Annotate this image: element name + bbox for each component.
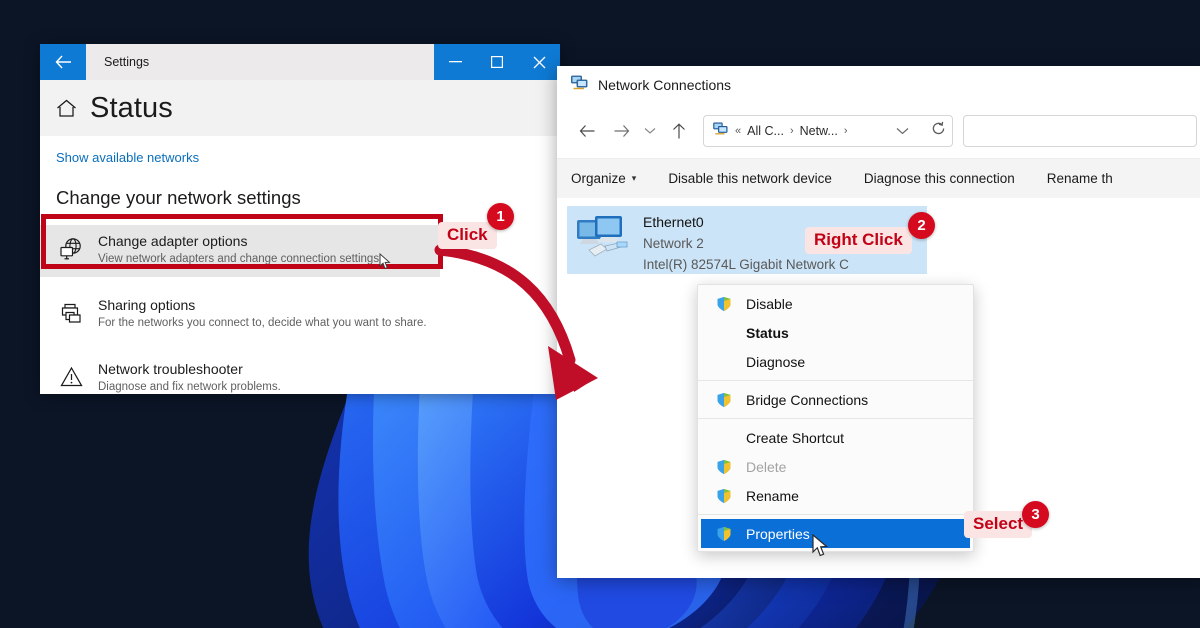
- context-menu-item-disable[interactable]: Disable: [698, 289, 973, 318]
- breadcrumb-all-control-panel-items[interactable]: All C...: [747, 124, 784, 138]
- breadcrumb-separator: ›: [843, 125, 848, 137]
- minimize-button[interactable]: [434, 44, 476, 80]
- option-subtitle: Diagnose and fix network problems.: [98, 381, 281, 393]
- option-text: Network troubleshooter Diagnose and fix …: [98, 360, 281, 394]
- home-icon[interactable]: [56, 99, 77, 118]
- shield-icon: [714, 459, 734, 475]
- shield-icon: [714, 392, 734, 408]
- settings-page-header: Status: [40, 80, 560, 136]
- context-menu-label: Rename: [746, 487, 799, 504]
- context-menu-item-status[interactable]: Status: [698, 318, 973, 347]
- mouse-cursor-properties: [812, 533, 830, 563]
- refresh-icon[interactable]: [931, 121, 946, 141]
- page-title: Status: [90, 91, 173, 124]
- context-menu-label: Disable: [746, 295, 793, 312]
- mouse-cursor-settings: [379, 252, 392, 275]
- address-dropdown-chevron-down-icon[interactable]: [896, 122, 909, 140]
- context-menu-separator: [698, 418, 973, 419]
- settings-body: Show available networks Change your netw…: [40, 136, 560, 394]
- address-root-separator: «: [735, 125, 742, 137]
- recent-locations-chevron-down-icon[interactable]: [639, 115, 661, 147]
- context-menu-label: Create Shortcut: [746, 429, 845, 446]
- option-title: Change adapter options: [98, 233, 248, 249]
- toolbar-label: Organize: [571, 171, 626, 186]
- context-menu-item-properties[interactable]: Properties: [701, 519, 970, 548]
- option-subtitle: View network adapters and change connect…: [98, 253, 383, 265]
- toolbar-organize-button[interactable]: Organize ▾: [571, 171, 652, 186]
- context-menu-separator: [698, 380, 973, 381]
- forward-arrow-icon[interactable]: [605, 115, 637, 147]
- context-menu-item-bridge-connections[interactable]: Bridge Connections: [698, 385, 973, 414]
- annotation-label-click: Click: [438, 222, 497, 249]
- toolbar-diagnose-connection-button[interactable]: Diagnose this connection: [848, 171, 1031, 186]
- warning-triangle-icon: [58, 364, 84, 390]
- address-bar[interactable]: « All C... › Netw... ›: [703, 115, 953, 147]
- context-menu-item-delete: Delete: [698, 452, 973, 481]
- toolbar-label: Diagnose this connection: [863, 171, 1015, 186]
- context-menu-item-rename[interactable]: Rename: [698, 481, 973, 510]
- annotation-badge-3: 3: [1022, 501, 1049, 528]
- context-menu-label: Status: [746, 324, 789, 341]
- annotation-badge-2: 2: [908, 212, 935, 239]
- option-subtitle: For the networks you connect to, decide …: [98, 317, 427, 329]
- option-title: Network troubleshooter: [98, 361, 243, 377]
- shield-icon: [714, 296, 734, 312]
- close-button[interactable]: [518, 44, 560, 80]
- chevron-down-icon: ▾: [631, 173, 637, 183]
- shield-icon: [714, 488, 734, 504]
- back-arrow-icon[interactable]: [571, 115, 603, 147]
- context-menu-item-diagnose[interactable]: Diagnose: [698, 347, 973, 376]
- search-input[interactable]: [962, 115, 1197, 147]
- context-menu-separator: [698, 514, 973, 515]
- settings-window-title: Settings: [104, 55, 150, 69]
- address-bar-icon: [713, 122, 729, 141]
- option-network-troubleshooter[interactable]: Network troubleshooter Diagnose and fix …: [40, 353, 560, 394]
- globe-monitor-icon: [58, 236, 84, 262]
- network-connections-titlebar: Network Connections: [557, 66, 1200, 104]
- annotation-badge-1: 1: [487, 203, 514, 230]
- section-title: Change your network settings: [56, 187, 301, 208]
- printer-folder-icon: [58, 300, 84, 326]
- back-arrow-icon[interactable]: [40, 44, 86, 80]
- toolbar-disable-device-button[interactable]: Disable this network device: [652, 171, 848, 186]
- shield-icon: [714, 526, 734, 542]
- toolbar-label: Rename th: [1046, 171, 1113, 186]
- up-arrow-icon[interactable]: [663, 115, 695, 147]
- breadcrumb-network-connections[interactable]: Netw...: [800, 124, 838, 138]
- settings-window: Settings Status Show available networks …: [40, 44, 560, 394]
- maximize-button[interactable]: [476, 44, 518, 80]
- ethernet0-context-menu: Disable Status Diagnose Bridge Connectio…: [697, 284, 974, 552]
- annotation-label-right-click: Right Click: [805, 227, 912, 254]
- context-menu-label: Bridge Connections: [746, 391, 869, 408]
- option-text: Sharing options For the networks you con…: [98, 296, 427, 332]
- breadcrumb-separator: ›: [789, 125, 794, 137]
- context-menu-item-create-shortcut[interactable]: Create Shortcut: [698, 423, 973, 452]
- network-connections-toolbar: Organize ▾ Disable this network device D…: [557, 158, 1200, 198]
- network-adapter-icon: [575, 212, 631, 274]
- network-connections-icon: [571, 75, 589, 96]
- option-sharing-options[interactable]: Sharing options For the networks you con…: [40, 289, 560, 341]
- context-menu-label: Delete: [746, 458, 787, 475]
- context-menu-label: Diagnose: [746, 353, 806, 370]
- show-available-networks-link[interactable]: Show available networks: [40, 150, 560, 165]
- network-connections-navbar: « All C... › Netw... ›: [557, 104, 1200, 158]
- option-text: Change adapter options View network adap…: [98, 232, 382, 268]
- settings-window-controls: [434, 44, 560, 80]
- adapter-device: Intel(R) 82574L Gigabit Network C: [643, 257, 849, 272]
- toolbar-label: Disable this network device: [668, 171, 832, 186]
- toolbar-rename-connection-button[interactable]: Rename th: [1031, 171, 1129, 186]
- option-title: Sharing options: [98, 297, 196, 313]
- context-menu-label: Properties: [746, 525, 810, 542]
- settings-titlebar: Settings: [40, 44, 560, 80]
- network-connections-title: Network Connections: [598, 77, 732, 93]
